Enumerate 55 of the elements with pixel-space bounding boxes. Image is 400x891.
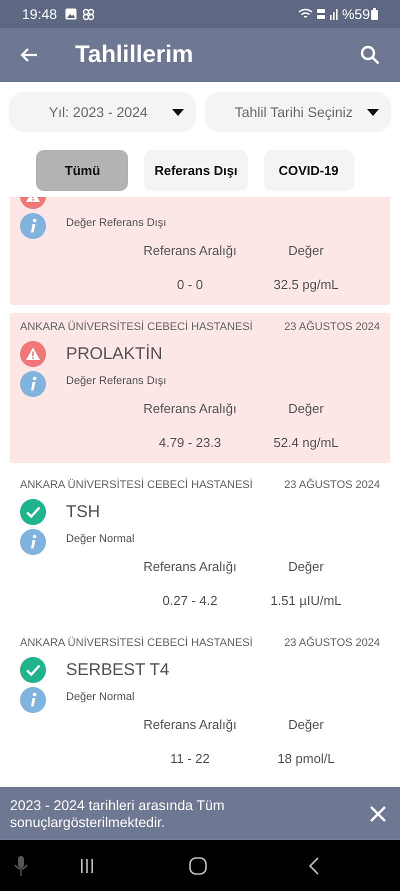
column-label: Değer — [287, 242, 325, 260]
result-note: Değer Referans Dışı — [66, 374, 166, 389]
screen-title: Tahlillerim — [75, 40, 194, 70]
result-note: Değer Normal — [66, 532, 134, 547]
hospital-name: ANKARA ÜNİVERSİTESİ CEBECİ HASTANESİ — [20, 478, 253, 493]
filter-tab[interactable]: Referans Dışı — [144, 150, 248, 191]
dropdown[interactable]: Tahlil Tarihi Seçiniz — [204, 92, 391, 132]
signal-icon — [328, 8, 339, 20]
microphone-icon[interactable] — [13, 856, 29, 876]
info-icon[interactable] — [20, 213, 46, 239]
home-icon[interactable] — [189, 856, 207, 874]
result-note: Değer Referans Dışı — [66, 216, 166, 231]
filter-tab[interactable]: Tümü — [36, 150, 128, 191]
test-value: 1.51 µIU/mL — [269, 592, 343, 610]
snackbar-message: 2023 - 2024 tarihleri arasında Tüm sonuçlargösterilmektedir. — [10, 796, 226, 830]
search-icon[interactable] — [360, 45, 380, 65]
back-arrow-icon[interactable] — [20, 47, 38, 63]
reference-range: 0.27 - 4.2 — [162, 592, 218, 610]
test-value: 52.4 ng/mL — [272, 434, 340, 452]
reference-range: 11 - 22 — [169, 750, 211, 768]
column-label: Referans Aralığı — [142, 400, 238, 418]
dropdown[interactable]: Yıl: 2023 - 2024 — [9, 92, 196, 132]
column-label: Değer — [287, 400, 325, 418]
status-time: 19:48 — [22, 4, 58, 24]
recent-apps-icon[interactable] — [79, 858, 95, 874]
reference-range: 0 - 0 — [176, 276, 204, 294]
result-note: Değer Normal — [66, 690, 134, 705]
hospital-name: ANKARA ÜNİVERSİTESİ CEBECİ HASTANESİ — [20, 320, 253, 335]
test-value: 18 pmol/L — [276, 750, 336, 768]
hospital-name: ANKARA ÜNİVERSİTESİ CEBECİ HASTANESİ — [20, 636, 253, 651]
column-label: Referans Aralığı — [142, 716, 238, 734]
image-icon — [65, 8, 78, 20]
back-icon[interactable] — [309, 856, 319, 874]
filter-tab[interactable]: COVID-19 — [264, 150, 354, 191]
wifi-icon — [298, 8, 313, 20]
battery-icon — [371, 8, 378, 20]
column-label: Değer — [287, 716, 325, 734]
column-label: Referans Aralığı — [142, 242, 238, 260]
test-value: 32.5 pg/mL — [272, 276, 340, 294]
test-name: PROLAKTİN — [66, 343, 162, 366]
info-icon[interactable] — [20, 529, 46, 555]
test-name: TSH — [66, 501, 100, 524]
column-label: Değer — [287, 558, 325, 576]
dropdown-caret-icon — [367, 108, 379, 116]
test-name: SERBEST T4 — [66, 659, 170, 682]
test-date: 23 AĞUSTOS 2024 — [284, 636, 380, 651]
test-date: 23 AĞUSTOS 2024 — [284, 320, 380, 335]
info-icon[interactable] — [20, 687, 46, 713]
battery-percentage: %59 — [342, 4, 370, 24]
test-date: 23 AĞUSTOS 2024 — [284, 478, 380, 493]
dropdown-caret-icon — [172, 108, 184, 116]
reference-range: 4.79 - 23.3 — [158, 434, 222, 452]
close-icon[interactable] — [370, 806, 386, 822]
info-icon[interactable] — [20, 371, 46, 397]
column-label: Referans Aralığı — [142, 558, 238, 576]
